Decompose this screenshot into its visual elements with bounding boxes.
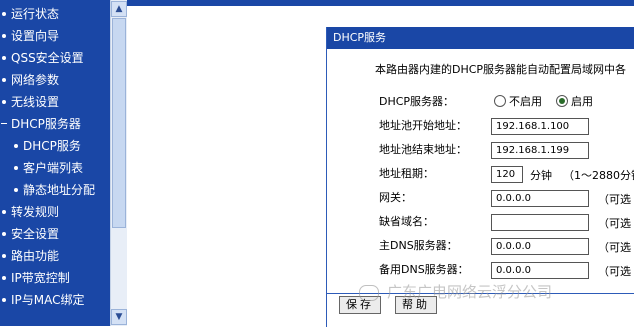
nav-item-label: 无线设置 — [11, 95, 60, 109]
bullet-icon — [2, 209, 6, 214]
nav-item-network[interactable]: 网络参数 — [0, 69, 59, 91]
nav-item-dhcp-server[interactable]: DHCP服务器 — [0, 113, 81, 135]
domain-hint: （可选 — [598, 217, 631, 230]
nav-item-label: IP与MAC绑定 — [11, 293, 85, 307]
bullet-icon — [2, 77, 6, 82]
nav-item-label: 安全设置 — [11, 227, 60, 241]
nav-item-status[interactable]: 运行状态 — [0, 3, 59, 25]
nav-item-label: DHCP服务器 — [11, 117, 81, 131]
content-frame: DHCP服务 本路由器内建的DHCP服务器能自动配置局域网中各 DHCP服务器：… — [127, 0, 634, 327]
bullet-icon — [2, 297, 6, 302]
lease-hint: （1～2880分钟 — [563, 169, 634, 182]
secondary-dns-input[interactable]: 0.0.0.0 — [491, 262, 589, 279]
bullet-icon — [2, 231, 6, 236]
dhcp-server-row: DHCP服务器： — [379, 92, 491, 112]
bullet-icon — [14, 143, 18, 148]
nav-item-qss[interactable]: QSS安全设置 — [0, 47, 84, 69]
radio-off-icon[interactable] — [494, 95, 506, 107]
dash-icon — [1, 122, 7, 124]
nav-item-forwarding[interactable]: 转发规则 — [0, 201, 59, 223]
panel-title: DHCP服务 — [327, 27, 634, 49]
bullet-icon — [14, 187, 18, 192]
nav-item-label: 设置向导 — [11, 29, 60, 43]
gateway-hint: （可选 — [598, 193, 631, 206]
nav-item-label: DHCP服务 — [23, 139, 81, 153]
gateway-label: 网关： — [379, 191, 412, 204]
gateway-row: 网关： — [379, 188, 491, 208]
nav-item-routing[interactable]: 路由功能 — [0, 245, 59, 267]
radio-on-icon[interactable] — [556, 95, 568, 107]
domain-row: 缺省域名： — [379, 212, 491, 232]
primary-dns-input[interactable]: 0.0.0.0 — [491, 238, 589, 255]
domain-input[interactable] — [491, 214, 589, 231]
sidebar-nav: 运行状态 设置向导 QSS安全设置 网络参数 无线设置 DHCP服务器 DHCP… — [0, 0, 110, 326]
dhcp-radio-on[interactable]: 启用 — [556, 92, 593, 112]
bullet-icon — [2, 275, 6, 280]
nav-item-label: 静态地址分配 — [23, 183, 96, 197]
pool-start-input[interactable]: 192.168.1.100 — [491, 118, 589, 135]
bullet-icon — [2, 11, 6, 16]
nav-item-bandwidth[interactable]: IP带宽控制 — [0, 267, 70, 289]
nav-item-label: 转发规则 — [11, 205, 60, 219]
bullet-icon — [14, 165, 18, 170]
pool-start-label: 地址池开始地址： — [379, 119, 467, 132]
nav-item-wizard[interactable]: 设置向导 — [0, 25, 59, 47]
content-top-bar — [127, 0, 634, 6]
lease-label: 地址租期： — [379, 167, 434, 180]
wechat-logo-icon — [359, 284, 379, 301]
nav-item-label: 客户端列表 — [23, 161, 84, 175]
radio-off-label: 不启用 — [509, 95, 542, 108]
lease-unit: 分钟 — [530, 169, 552, 182]
nav-item-label: 运行状态 — [11, 7, 60, 21]
domain-label: 缺省域名： — [379, 215, 434, 228]
nav-item-wireless[interactable]: 无线设置 — [0, 91, 59, 113]
pool-end-input[interactable]: 192.168.1.199 — [491, 142, 589, 159]
lease-row: 地址租期： — [379, 164, 491, 184]
nav-item-security[interactable]: 安全设置 — [0, 223, 59, 245]
panel-intro: 本路由器内建的DHCP服务器能自动配置局域网中各 — [375, 63, 627, 76]
dhcp-radio-off[interactable]: 不启用 — [494, 92, 542, 112]
pool-end-label: 地址池结束地址： — [379, 143, 467, 156]
secondary-dns-hint: （可选 — [598, 265, 631, 278]
bullet-icon — [2, 99, 6, 104]
nav-subitem-client-list[interactable]: 客户端列表 — [0, 157, 83, 179]
secondary-dns-label: 备用DNS服务器： — [379, 263, 469, 276]
primary-dns-row: 主DNS服务器： — [379, 236, 491, 256]
nav-item-label: IP带宽控制 — [11, 271, 70, 285]
scroll-thumb[interactable] — [112, 18, 126, 228]
scroll-up-icon[interactable]: ▲ — [111, 1, 127, 17]
bullet-icon — [2, 33, 6, 38]
nav-item-label: 网络参数 — [11, 73, 60, 87]
pool-end-row: 地址池结束地址： — [379, 140, 491, 160]
watermark-text: 广东广电网络云浮分公司 — [387, 283, 553, 301]
nav-subitem-dhcp-service[interactable]: DHCP服务 — [0, 135, 81, 157]
radio-on-label: 启用 — [571, 95, 593, 108]
bullet-icon — [2, 55, 6, 60]
bullet-icon — [2, 253, 6, 258]
nav-item-label: QSS安全设置 — [11, 51, 84, 65]
watermark: 广东广电网络云浮分公司 — [359, 281, 552, 302]
secondary-dns-row: 备用DNS服务器： — [379, 260, 491, 280]
scroll-down-icon[interactable]: ▼ — [111, 309, 127, 325]
dhcp-server-label: DHCP服务器： — [379, 95, 455, 108]
gateway-input[interactable]: 0.0.0.0 — [491, 190, 589, 207]
nav-subitem-static-address[interactable]: 静态地址分配 — [0, 179, 95, 201]
sidebar-scrollbar[interactable]: ▲ ▼ — [110, 0, 127, 326]
nav-item-ip-mac[interactable]: IP与MAC绑定 — [0, 289, 85, 311]
pool-start-row: 地址池开始地址： — [379, 116, 491, 136]
primary-dns-label: 主DNS服务器： — [379, 239, 458, 252]
lease-input[interactable]: 120 — [491, 166, 523, 183]
primary-dns-hint: （可选 — [598, 241, 631, 254]
nav-item-label: 路由功能 — [11, 249, 60, 263]
